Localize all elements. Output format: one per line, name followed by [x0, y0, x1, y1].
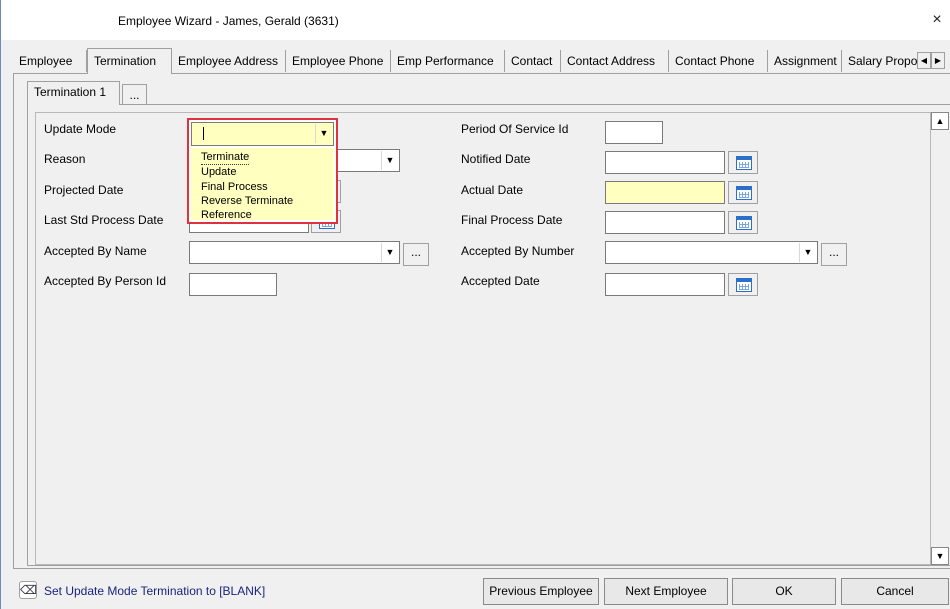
- tab-employee-address[interactable]: Employee Address: [172, 50, 286, 72]
- last-std-process-date-label: Last Std Process Date: [44, 213, 164, 227]
- final-process-date-input[interactable]: [605, 211, 725, 234]
- actual-date-input[interactable]: [605, 181, 725, 204]
- accepted-date-label: Accepted Date: [461, 274, 540, 288]
- tab-scroll-right-icon[interactable]: ▶: [931, 52, 945, 69]
- option-terminate[interactable]: Terminate: [201, 150, 250, 165]
- vertical-scrollbar[interactable]: ▲ ▼: [931, 112, 949, 565]
- period-of-service-id-input[interactable]: [605, 121, 663, 144]
- projected-date-label: Projected Date: [44, 183, 124, 197]
- tab-contact[interactable]: Contact: [505, 50, 561, 72]
- accepted-by-name-label: Accepted By Name: [44, 244, 147, 258]
- accepted-date-input[interactable]: [605, 273, 725, 296]
- actual-date-calendar-button[interactable]: [728, 181, 758, 204]
- chevron-down-icon[interactable]: ▼: [381, 243, 398, 262]
- accepted-by-name-combobox[interactable]: ▼: [189, 241, 400, 264]
- period-of-service-id-label: Period Of Service Id: [461, 122, 569, 136]
- scroll-down-icon[interactable]: ▼: [931, 547, 949, 565]
- update-mode-options-list: Terminate Update Final Process Reverse T…: [191, 148, 334, 222]
- form-area: [35, 112, 931, 565]
- text-caret: [203, 127, 204, 140]
- calendar-icon: [736, 278, 752, 292]
- final-process-date-calendar-button[interactable]: [728, 211, 758, 234]
- accepted-by-number-combobox[interactable]: ▼: [605, 241, 818, 264]
- tab-contact-address[interactable]: Contact Address: [561, 50, 669, 72]
- calendar-icon: [736, 186, 752, 200]
- tab-employee-phone[interactable]: Employee Phone: [286, 50, 391, 72]
- update-mode-label: Update Mode: [44, 122, 117, 136]
- accepted-by-person-id-label: Accepted By Person Id: [44, 274, 167, 288]
- notified-date-calendar-button[interactable]: [728, 151, 758, 174]
- subtab-more-button[interactable]: ...: [122, 84, 147, 104]
- option-reference[interactable]: Reference: [201, 208, 252, 222]
- next-employee-button[interactable]: Next Employee: [604, 578, 728, 605]
- close-icon[interactable]: ×: [927, 10, 947, 30]
- notified-date-label: Notified Date: [461, 152, 531, 166]
- scroll-up-icon[interactable]: ▲: [931, 112, 949, 130]
- chevron-down-icon[interactable]: ▼: [315, 124, 332, 143]
- calendar-icon: [736, 156, 752, 170]
- subtab-termination-1[interactable]: Termination 1: [27, 81, 120, 105]
- tab-scroll-left-icon[interactable]: ◀: [917, 52, 931, 69]
- actual-date-label: Actual Date: [461, 183, 524, 197]
- chevron-down-icon[interactable]: ▼: [799, 243, 816, 262]
- option-reverse-terminate[interactable]: Reverse Terminate: [201, 194, 293, 208]
- tab-employee[interactable]: Employee: [13, 50, 87, 72]
- status-message: Set Update Mode Termination to [BLANK]: [44, 584, 266, 598]
- main-tabstrip: Employee Termination Employee Address Em…: [13, 48, 950, 74]
- accepted-by-person-id-input[interactable]: [189, 273, 277, 296]
- eraser-icon[interactable]: ⌫: [19, 581, 37, 599]
- cancel-button[interactable]: Cancel: [841, 578, 949, 605]
- reason-label: Reason: [44, 152, 86, 166]
- tab-salary-proposal[interactable]: Salary Proposa: [842, 50, 928, 72]
- final-process-date-label: Final Process Date: [461, 213, 563, 227]
- tab-contact-phone[interactable]: Contact Phone: [669, 50, 768, 72]
- accepted-date-calendar-button[interactable]: [728, 273, 758, 296]
- update-mode-dropdown[interactable]: ▼ Terminate Update Final Process Reverse…: [187, 118, 338, 224]
- previous-employee-button[interactable]: Previous Employee: [483, 578, 599, 605]
- accepted-by-number-lookup-button[interactable]: ...: [821, 243, 847, 266]
- notified-date-input[interactable]: [605, 151, 725, 174]
- window-title: Employee Wizard - James, Gerald (3631): [118, 14, 339, 28]
- tab-emp-performance[interactable]: Emp Performance: [391, 50, 505, 72]
- employee-wizard-window: Employee Wizard - James, Gerald (3631) ×…: [0, 0, 950, 609]
- accepted-by-number-label: Accepted By Number: [461, 244, 575, 258]
- option-final-process[interactable]: Final Process: [201, 180, 268, 194]
- ok-button[interactable]: OK: [732, 578, 836, 605]
- update-mode-combobox[interactable]: ▼: [191, 122, 334, 146]
- title-bar: Employee Wizard - James, Gerald (3631) ×: [1, 0, 950, 40]
- tab-termination[interactable]: Termination: [87, 48, 172, 74]
- accepted-by-name-lookup-button[interactable]: ...: [403, 243, 429, 266]
- chevron-down-icon[interactable]: ▼: [381, 151, 398, 170]
- tab-assignment[interactable]: Assignment: [768, 50, 842, 72]
- option-update[interactable]: Update: [201, 165, 236, 179]
- calendar-icon: [736, 216, 752, 230]
